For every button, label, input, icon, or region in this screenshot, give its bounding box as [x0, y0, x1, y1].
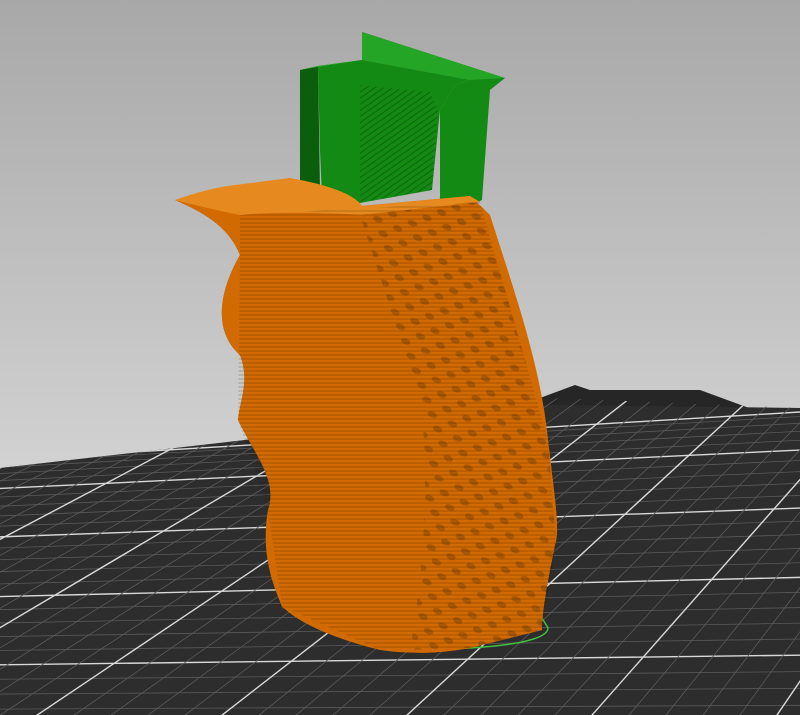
scene-canvas[interactable] [0, 0, 800, 715]
3d-viewport[interactable] [0, 0, 800, 715]
